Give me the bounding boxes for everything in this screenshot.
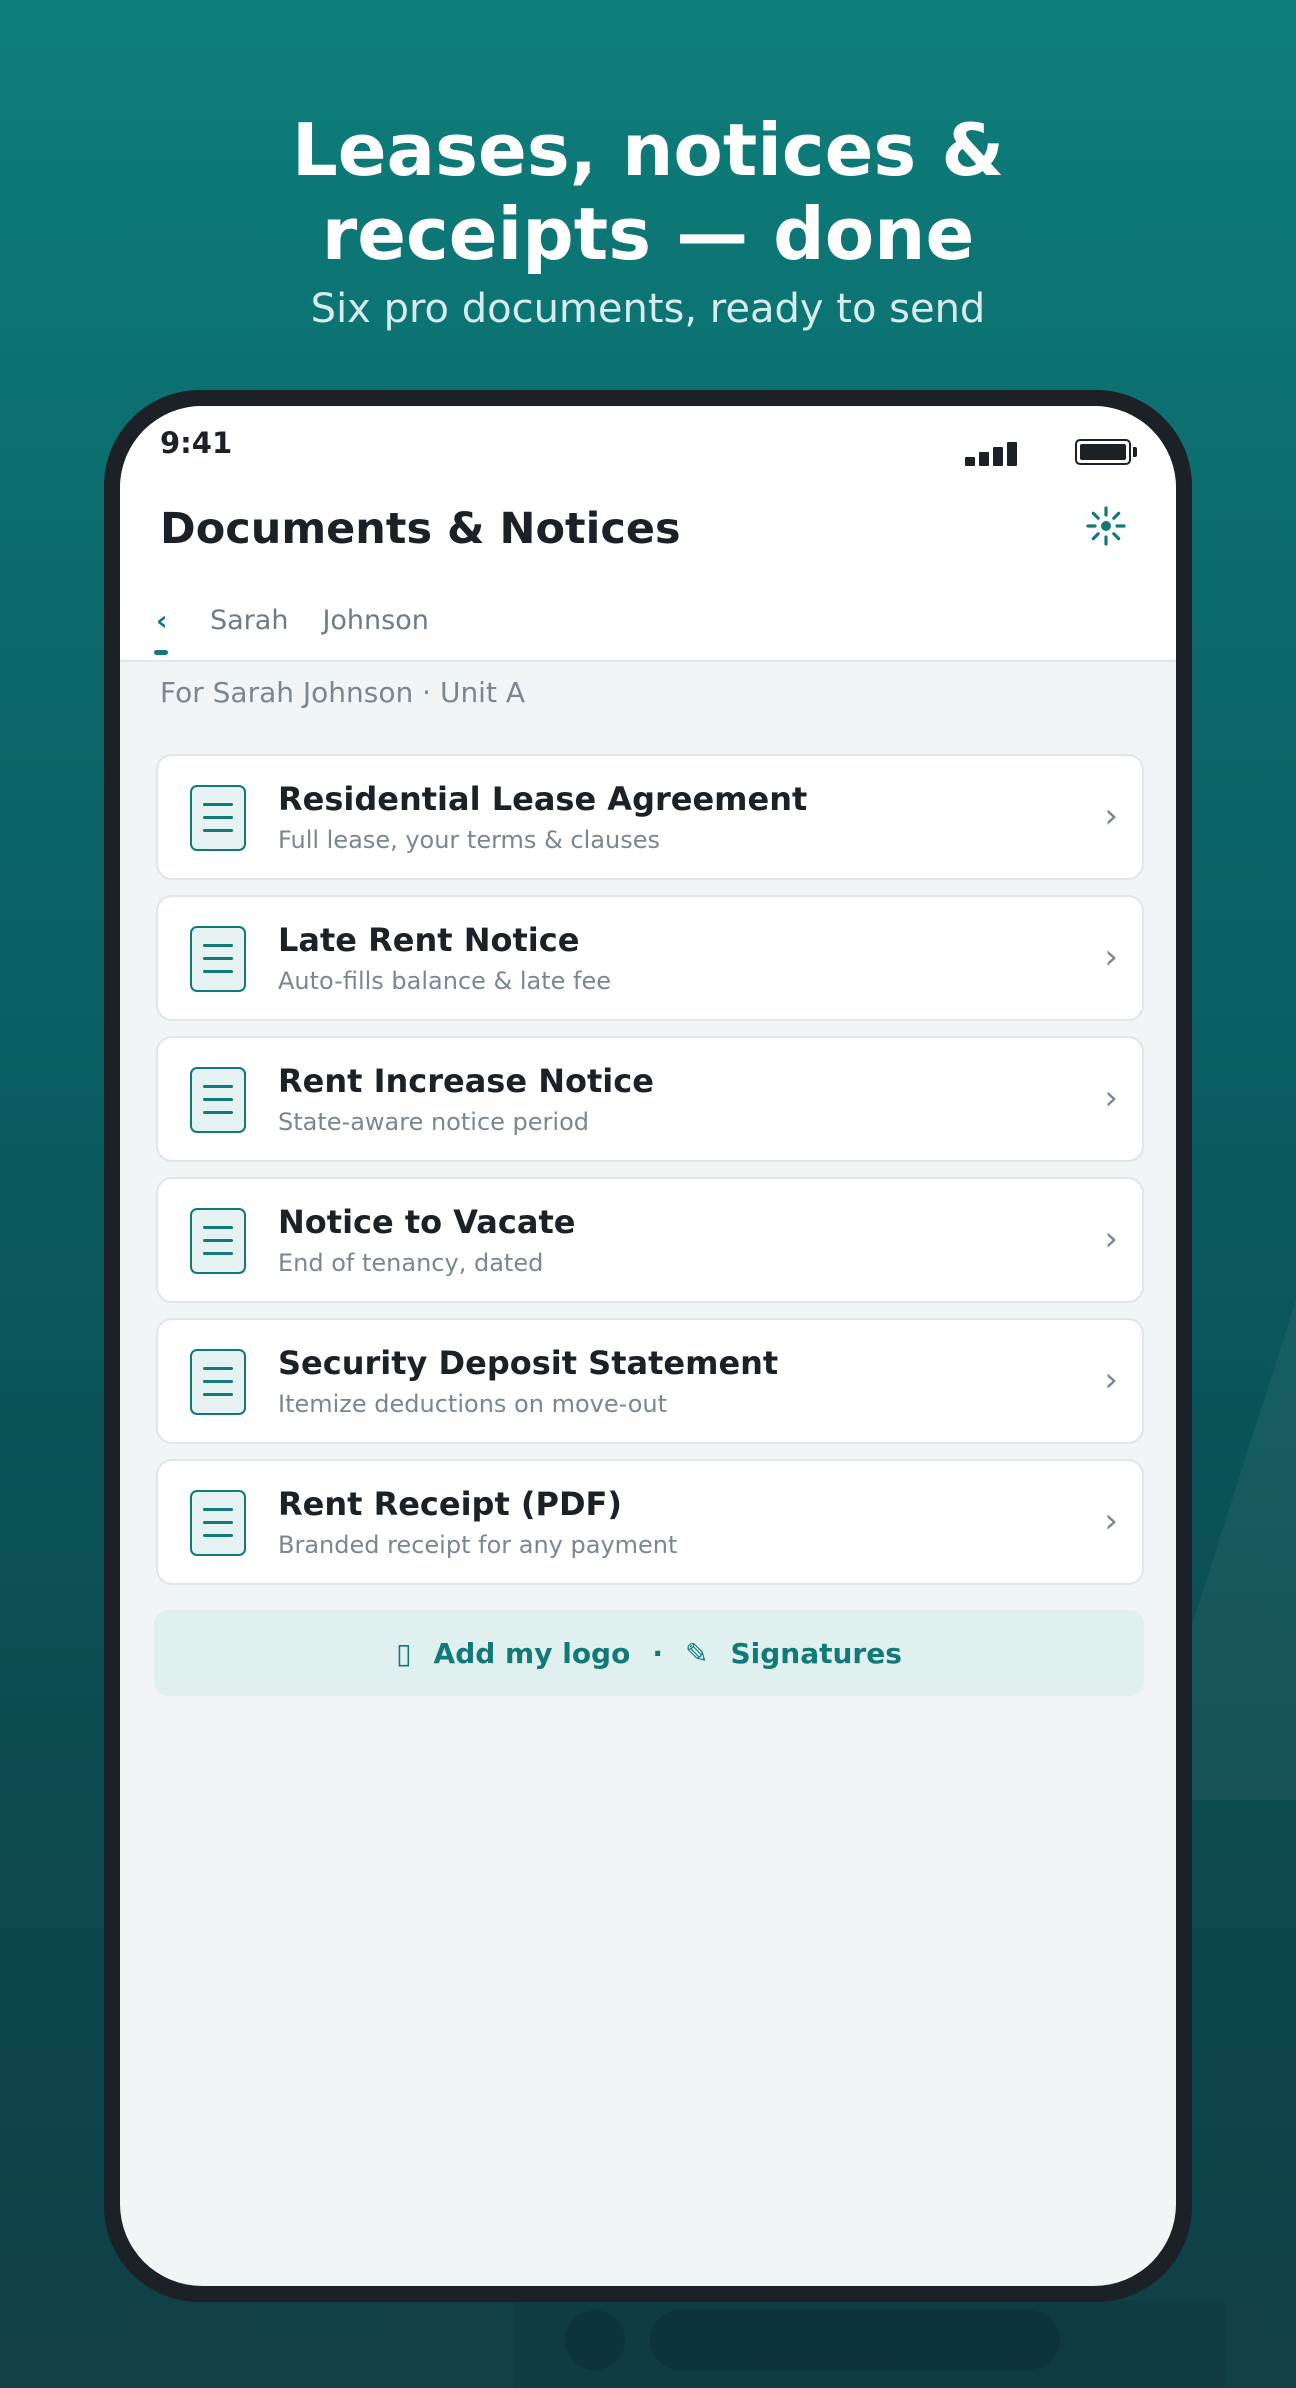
chevron-right-icon: › bbox=[1104, 1501, 1118, 1541]
document-icon bbox=[190, 1490, 246, 1556]
document-title: Residential Lease Agreement bbox=[278, 780, 808, 818]
document-card-late-rent-notice[interactable]: Late Rent Notice Auto-fills balance & la… bbox=[156, 895, 1144, 1021]
status-time: 9:41 bbox=[160, 426, 233, 460]
document-card-rent-receipt[interactable]: Rent Receipt (PDF) Branded receipt for a… bbox=[156, 1459, 1144, 1585]
document-card-rent-increase-notice[interactable]: Rent Increase Notice State-aware notice … bbox=[156, 1036, 1144, 1162]
pen-icon: ✎ bbox=[684, 1636, 709, 1670]
tenant-context-label: For Sarah Johnson · Unit A bbox=[160, 676, 525, 709]
document-subtitle: Itemize deductions on move-out bbox=[278, 1390, 668, 1418]
app-header: 9:41 Documents & Notices ‹ Sarah Johnson bbox=[120, 406, 1176, 662]
chevron-right-icon: › bbox=[1104, 1360, 1118, 1400]
document-icon bbox=[190, 926, 246, 992]
document-icon bbox=[190, 785, 246, 851]
dock-circle bbox=[565, 2310, 625, 2370]
document-title: Notice to Vacate bbox=[278, 1203, 576, 1241]
active-tab-indicator bbox=[154, 650, 168, 655]
chevron-right-icon: › bbox=[1104, 796, 1118, 836]
document-list: Residential Lease Agreement Full lease, … bbox=[156, 754, 1144, 1600]
separator-dot: · bbox=[652, 1636, 663, 1670]
tab-back[interactable]: ‹ bbox=[156, 604, 176, 637]
phone-screen: 9:41 Documents & Notices ‹ Sarah Johnson… bbox=[120, 406, 1176, 2286]
document-icon bbox=[190, 1349, 246, 1415]
battery-icon bbox=[1075, 439, 1137, 465]
dock-pill bbox=[650, 2310, 1060, 2370]
document-subtitle: State-aware notice period bbox=[278, 1108, 589, 1136]
document-title: Late Rent Notice bbox=[278, 921, 580, 959]
document-title: Security Deposit Statement bbox=[278, 1344, 779, 1382]
headline-line-1: Leases, notices & bbox=[291, 108, 1005, 192]
document-title: Rent Receipt (PDF) bbox=[278, 1485, 623, 1523]
page-title: Documents & Notices bbox=[160, 504, 681, 554]
chevron-right-icon: › bbox=[1104, 1078, 1118, 1118]
document-subtitle: End of tenancy, dated bbox=[278, 1249, 544, 1277]
chevron-right-icon: › bbox=[1104, 937, 1118, 977]
background-dock-decoration bbox=[515, 2300, 1225, 2388]
document-subtitle: Branded receipt for any payment bbox=[278, 1531, 678, 1559]
image-icon: ▯ bbox=[396, 1636, 412, 1670]
marketing-headline: Leases, notices & receipts — done bbox=[0, 108, 1296, 276]
marketing-subhead: Six pro documents, ready to send bbox=[310, 286, 986, 332]
document-title: Rent Increase Notice bbox=[278, 1062, 654, 1100]
phone-frame: 9:41 Documents & Notices ‹ Sarah Johnson… bbox=[104, 390, 1192, 2302]
document-subtitle: Full lease, your terms & clauses bbox=[278, 826, 660, 854]
document-icon bbox=[190, 1067, 246, 1133]
gear-icon[interactable] bbox=[1086, 506, 1126, 546]
document-card-notice-to-vacate[interactable]: Notice to Vacate End of tenancy, dated › bbox=[156, 1177, 1144, 1303]
add-logo-button[interactable]: Add my logo bbox=[434, 1637, 631, 1670]
signatures-button[interactable]: Signatures bbox=[730, 1637, 901, 1670]
branding-action-bar: ▯ Add my logo · ✎ Signatures bbox=[154, 1610, 1144, 1696]
tab-johnson[interactable]: Johnson bbox=[322, 605, 428, 636]
signal-icon bbox=[965, 442, 1019, 466]
document-subtitle: Auto-fills balance & late fee bbox=[278, 967, 612, 995]
chevron-right-icon: › bbox=[1104, 1219, 1118, 1259]
tab-bar: ‹ Sarah Johnson bbox=[156, 604, 429, 637]
document-card-security-deposit[interactable]: Security Deposit Statement Itemize deduc… bbox=[156, 1318, 1144, 1444]
headline-line-2: receipts — done bbox=[321, 192, 975, 276]
tab-sarah[interactable]: Sarah bbox=[210, 605, 288, 636]
document-card-residential-lease[interactable]: Residential Lease Agreement Full lease, … bbox=[156, 754, 1144, 880]
document-icon bbox=[190, 1208, 246, 1274]
